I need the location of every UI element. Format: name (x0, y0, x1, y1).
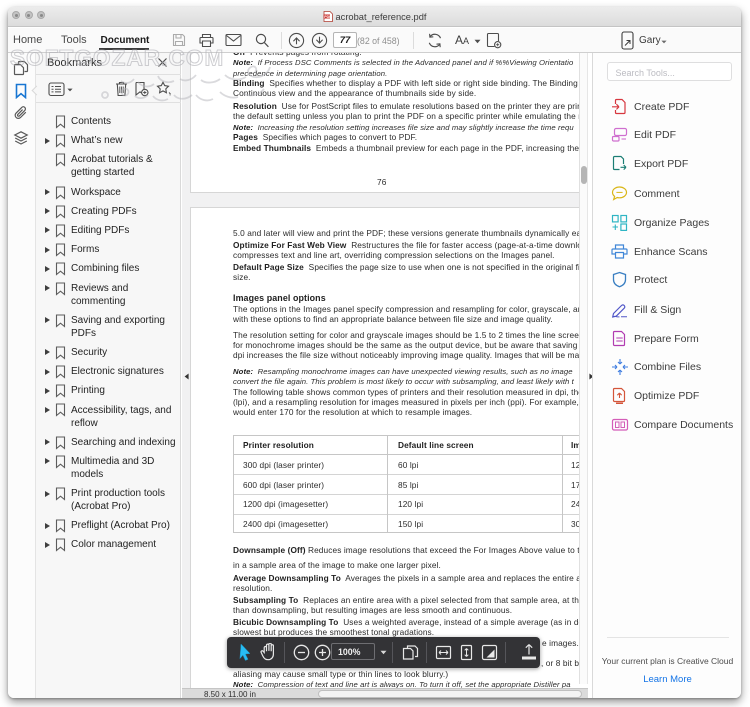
svg-text:PDF: PDF (324, 15, 332, 19)
